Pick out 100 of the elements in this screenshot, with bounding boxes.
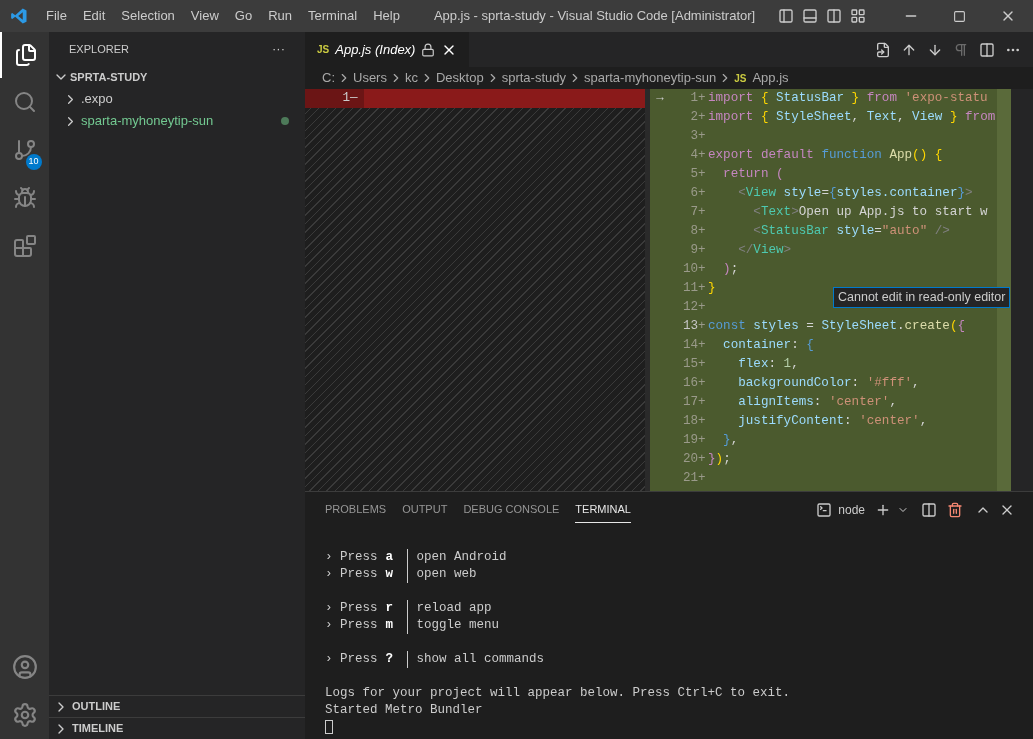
lock-icon[interactable] (421, 42, 436, 57)
panel-tab[interactable]: TERMINAL (575, 497, 631, 523)
code-line: <Text>Open up App.js to start w (752, 204, 988, 221)
code-line: return ( (722, 166, 784, 183)
line-number: 1 (689, 90, 698, 107)
breadcrumb[interactable]: kc (402, 68, 420, 88)
line-number: 11 (681, 280, 698, 297)
extensions-icon[interactable] (12, 234, 37, 258)
shell-name: node (838, 502, 865, 519)
line-number: 19 (681, 432, 698, 449)
notification-badge: 10 (25, 154, 42, 170)
added-marker: + (698, 223, 707, 240)
added-marker: + (698, 280, 707, 297)
added-marker: + (698, 356, 707, 373)
trash-icon[interactable] (947, 502, 963, 518)
code-line: alignItems: 'center', (737, 394, 897, 411)
line-number: 1 (341, 90, 350, 107)
line-number: 9 (689, 242, 698, 259)
line-number: 16 (681, 375, 698, 392)
terminal-text: reload app (416, 600, 492, 617)
menu-item[interactable]: Help (365, 6, 408, 26)
menu-item[interactable]: Terminal (300, 6, 366, 26)
breadcrumb[interactable]: C: (320, 68, 337, 88)
breadcrumb[interactable]: Users (351, 68, 389, 88)
editor-tab[interactable]: JS App.js (Index) (305, 32, 470, 67)
terminal-text: toggle menu (416, 617, 500, 634)
line-number: 8 (689, 223, 698, 240)
line-number: 2 (689, 109, 698, 126)
code-line: } (708, 280, 716, 297)
js-file-icon: JS (734, 70, 747, 86)
breadcrumb[interactable]: sparta-myhoneytip-sun (581, 68, 719, 88)
terminal-text: Logs for your project will appear below. Press Ctrl+C to exit. (325, 685, 792, 702)
menu-item[interactable]: Selection (113, 6, 183, 26)
window-title: App.js - sprta-study - Visual Studio Code [Administrator] (433, 7, 756, 26)
added-marker: + (698, 128, 707, 145)
menu-item[interactable]: Go (226, 6, 261, 26)
panel-tab[interactable]: DEBUG CONSOLE (463, 497, 560, 523)
added-marker: + (698, 337, 707, 354)
breadcrumb[interactable]: App.js (750, 68, 791, 88)
code-line: </View> (737, 242, 792, 259)
added-marker: + (698, 147, 707, 164)
more-actions-button[interactable]: ··· (272, 39, 285, 59)
terminal-prompt: › Press (325, 549, 378, 566)
code-line: import { StatusBar } from 'expo-statu (708, 90, 988, 107)
code-line: const styles = StyleSheet.create({ (708, 318, 965, 335)
split-layout-icon[interactable] (826, 8, 842, 24)
terminal-text: Started Metro Bundler (325, 702, 484, 719)
maximize-icon[interactable] (953, 9, 966, 23)
code-line: container: { (722, 337, 814, 354)
terminal-icon[interactable] (816, 502, 833, 518)
added-marker: + (698, 90, 707, 107)
split-terminal-icon[interactable] (921, 502, 937, 518)
added-marker: + (698, 413, 707, 430)
added-marker: + (698, 470, 707, 487)
layout-icon[interactable] (850, 8, 866, 24)
terminal-key: a (385, 549, 398, 566)
added-marker: + (698, 109, 707, 126)
added-marker: + (698, 204, 707, 221)
code-line: justifyContent: 'center', (737, 413, 928, 430)
search-icon[interactable] (12, 90, 37, 114)
menu-item[interactable]: Run (260, 6, 300, 26)
terminal-key: w (385, 566, 398, 583)
open-file-icon[interactable] (875, 41, 891, 58)
run-debug-icon[interactable] (12, 186, 37, 210)
tree-item[interactable]: .expo (49, 88, 305, 110)
split-editor-icon[interactable] (979, 41, 995, 58)
code-line: }); (708, 451, 731, 468)
menu-item[interactable]: File (38, 6, 75, 26)
folder-header[interactable]: SPRTA-STUDY (49, 66, 305, 88)
menu-item[interactable]: Edit (74, 6, 114, 26)
menu-item[interactable]: View (182, 6, 227, 26)
terminal-cursor (325, 720, 333, 734)
added-marker: + (698, 166, 707, 183)
code-line: import { StyleSheet, Text, View } from (708, 109, 996, 126)
js-file-icon: JS (317, 42, 330, 57)
line-number: 5 (689, 166, 698, 183)
line-number: 17 (681, 394, 698, 411)
terminal-key: m (385, 617, 398, 634)
files-icon[interactable] (13, 43, 38, 67)
account-icon[interactable] (11, 654, 38, 680)
new-terminal-icon[interactable] (875, 502, 891, 518)
section-header[interactable]: TIMELINE (49, 717, 305, 739)
source-control-icon[interactable] (12, 138, 37, 162)
breadcrumb[interactable]: sprta-study (499, 68, 568, 88)
settings-icon[interactable] (11, 702, 38, 728)
breadcrumb[interactable]: Desktop (433, 68, 486, 88)
terminal-text: open web (416, 566, 477, 583)
panel-tab[interactable]: PROBLEMS (325, 497, 387, 523)
tooltip: Cannot edit in read-only editor (833, 287, 1011, 308)
toggle-sidebar-icon[interactable] (778, 8, 794, 24)
terminal-text: open Android (416, 549, 507, 566)
toggle-panel-icon[interactable] (802, 8, 818, 24)
added-marker: + (698, 185, 707, 202)
code-line: <View style={styles.container}> (737, 185, 973, 202)
whitespace-icon[interactable] (953, 41, 969, 58)
section-header[interactable]: OUTLINE (49, 695, 305, 717)
logo-icon (10, 7, 28, 25)
removed-marker: — (350, 90, 359, 107)
panel-tab[interactable]: OUTPUT (402, 497, 448, 523)
tree-item[interactable]: sparta-myhoneytip-sun (49, 110, 305, 132)
